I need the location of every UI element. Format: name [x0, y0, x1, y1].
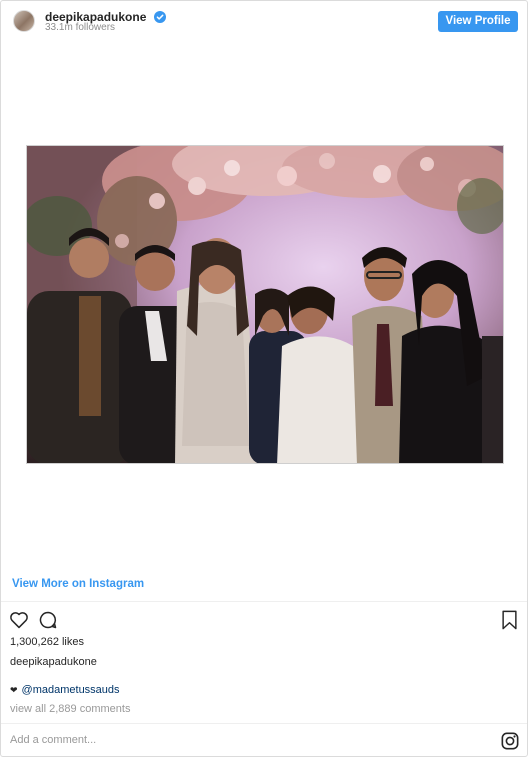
heart-icon[interactable] [9, 610, 29, 629]
comment-input[interactable] [10, 734, 410, 746]
photo-illustration [27, 146, 503, 463]
avatar[interactable] [13, 10, 35, 32]
comment-bar [1, 724, 527, 758]
post-photo[interactable] [26, 145, 504, 464]
heart-emoji-icon: ❤ [10, 685, 18, 695]
caption-username[interactable]: deepikapadukone [10, 656, 97, 668]
post-header: deepikapadukone 33.1m followers View Pro… [1, 1, 527, 41]
divider [1, 601, 527, 602]
comment-icon[interactable] [38, 610, 58, 630]
bookmark-icon[interactable] [501, 610, 518, 630]
likes-count[interactable]: 1,300,262 likes [10, 636, 84, 648]
mention-link[interactable]: @madametussauds [22, 684, 120, 696]
view-more-link[interactable]: View More on Instagram [12, 578, 144, 590]
view-all-comments-link[interactable]: view all 2,889 comments [10, 703, 130, 715]
instagram-logo-icon[interactable] [501, 732, 519, 750]
followers-count: 33.1m followers [45, 22, 116, 33]
instagram-embed: deepikapadukone 33.1m followers View Pro… [0, 0, 528, 757]
view-profile-button[interactable]: View Profile [438, 11, 518, 32]
caption-text: ❤ @madametussauds [10, 684, 120, 696]
verified-badge-icon [153, 11, 166, 23]
